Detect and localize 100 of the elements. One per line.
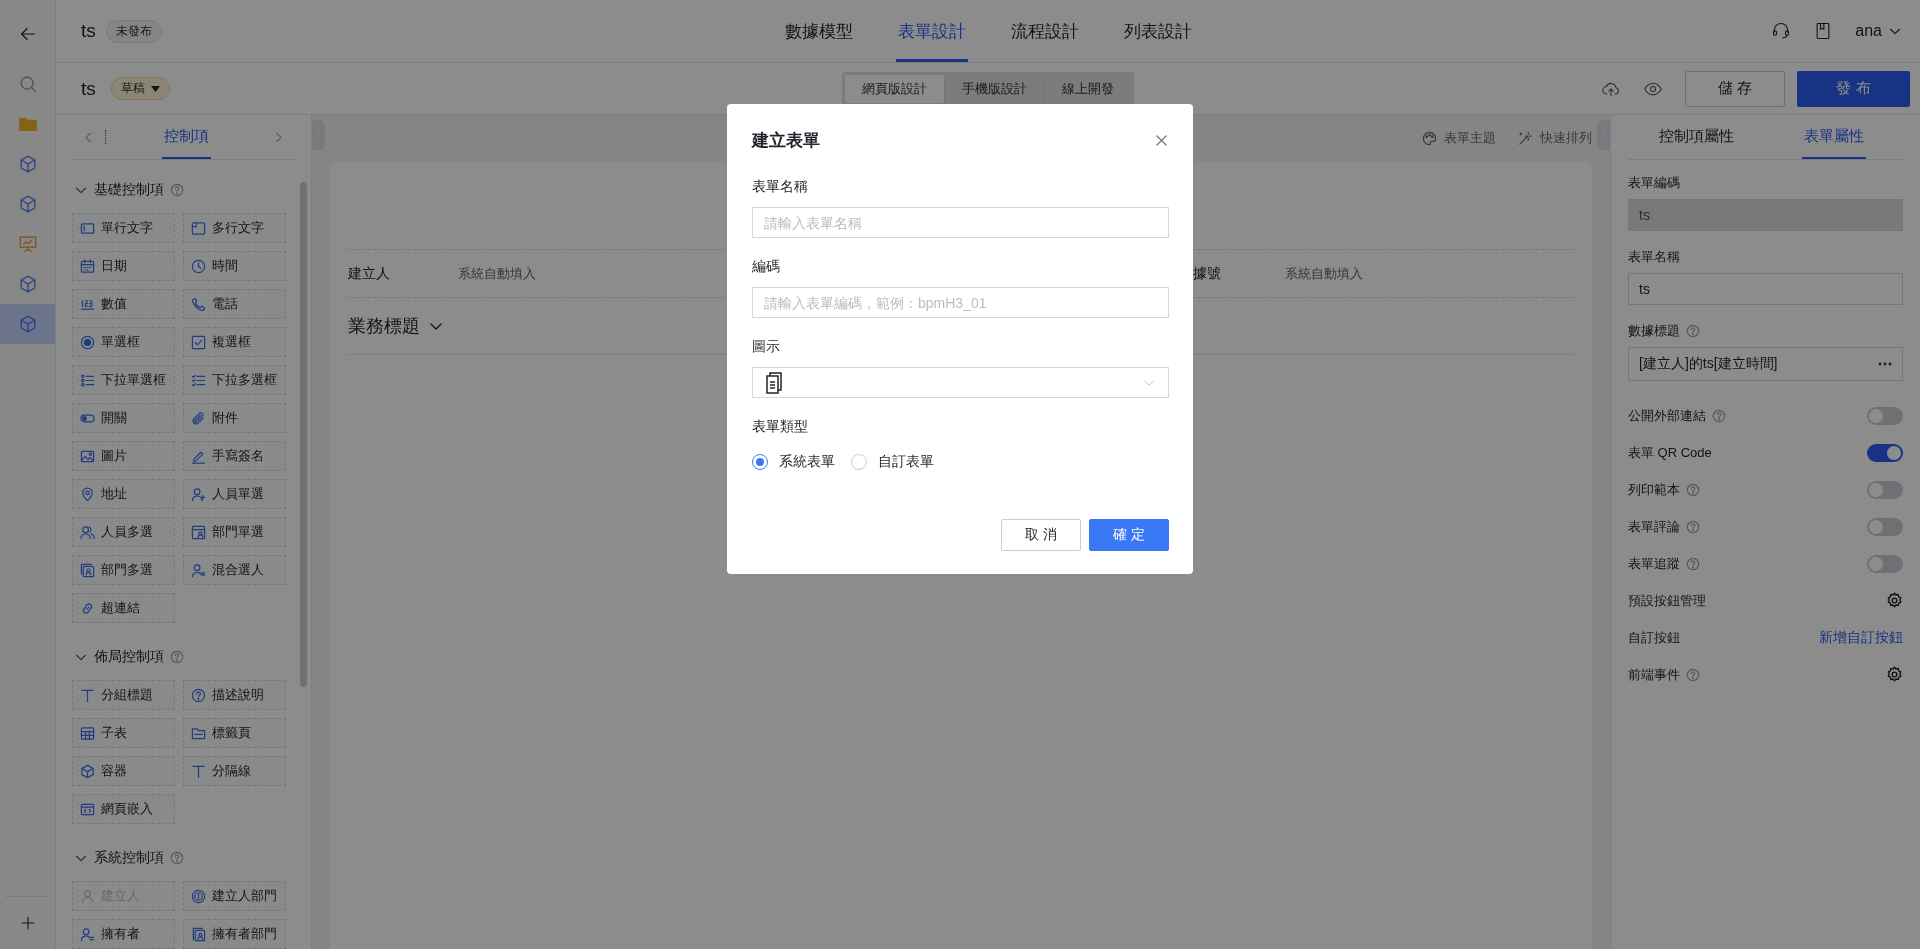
code-window-icon: [80, 801, 95, 817]
control-item[interactable]: 擁有者部門: [183, 919, 286, 949]
property-label: 自訂按鈕: [1628, 628, 1680, 647]
control-item[interactable]: 子表: [72, 718, 175, 748]
control-item[interactable]: 擁有者: [72, 919, 175, 949]
rail-item[interactable]: [0, 304, 55, 344]
title-picker-field[interactable]: [建立人]的ts[建立時間]: [1628, 347, 1903, 381]
radio-option[interactable]: 系統表單: [752, 453, 835, 471]
nav-tab[interactable]: 數據模型: [782, 0, 855, 62]
link-icon: [80, 600, 95, 616]
input-field[interactable]: 請輸入表單名稱: [752, 207, 1169, 238]
save-button[interactable]: 儲 存: [1685, 70, 1785, 107]
control-item[interactable]: 描述說明: [183, 680, 286, 710]
property-label: 預設按鈕管理: [1628, 591, 1706, 610]
folder-tab-icon: [191, 725, 206, 741]
design-mode-tab[interactable]: 手機版設計: [944, 74, 1044, 103]
section-title: 基礎控制項: [94, 181, 164, 199]
control-item[interactable]: 圖片: [72, 441, 175, 471]
toggle-switch[interactable]: [1867, 443, 1903, 462]
text-title-icon: [191, 763, 206, 779]
field-label: 建立人: [348, 264, 390, 283]
department-icon: [191, 524, 206, 540]
control-item[interactable]: 附件: [183, 403, 286, 433]
control-item[interactable]: 複選框: [183, 327, 286, 357]
canvas-tool[interactable]: 表單主題: [1422, 129, 1496, 147]
panel-tab[interactable]: 控制項屬性: [1657, 115, 1737, 159]
toggle-switch[interactable]: [1867, 554, 1903, 573]
panel-tab[interactable]: 控制項: [162, 115, 211, 159]
control-item[interactable]: 電話: [183, 289, 286, 319]
control-item[interactable]: 部門單選: [183, 517, 286, 547]
icon-select-field[interactable]: [752, 367, 1169, 398]
design-mode-tab[interactable]: 線上開發: [1044, 74, 1131, 103]
version-dropdown[interactable]: 草稿: [110, 77, 170, 100]
publish-button[interactable]: 發 布: [1797, 70, 1910, 107]
scrollbar-thumb[interactable]: [300, 182, 307, 687]
user-add-icon: [191, 486, 206, 502]
control-item[interactable]: 開關: [72, 403, 175, 433]
control-item[interactable]: 網頁嵌入: [72, 794, 175, 824]
help-icon: [170, 650, 184, 664]
app-title: ts: [81, 20, 96, 42]
help-icon: [170, 851, 184, 865]
user-icon: [191, 562, 206, 578]
image-icon: [80, 448, 95, 464]
control-item[interactable]: 地址: [72, 479, 175, 509]
panel-tab[interactable]: 表單屬性: [1802, 115, 1867, 159]
cancel-button[interactable]: 取 消: [1001, 519, 1081, 551]
radio-option[interactable]: 自訂表單: [851, 453, 934, 471]
toggle-switch[interactable]: [1867, 406, 1903, 425]
nav-tab[interactable]: 列表設計: [1121, 0, 1194, 62]
canvas-tool[interactable]: 快速排列: [1518, 129, 1592, 147]
control-item[interactable]: 分組標題: [72, 680, 175, 710]
field-label: 圖示: [752, 337, 781, 356]
control-item[interactable]: 人員多選: [72, 517, 175, 547]
checkbox-icon: [191, 334, 206, 350]
toggle-switch[interactable]: [1867, 480, 1903, 499]
toggle-switch[interactable]: [1867, 517, 1903, 536]
control-item[interactable]: 標籤頁: [183, 718, 286, 748]
control-item[interactable]: 單行文字: [72, 213, 175, 243]
field-value: 系統自動填入: [458, 264, 536, 283]
control-item[interactable]: 下拉單選框: [72, 365, 175, 395]
pin-icon: [80, 486, 95, 502]
control-item[interactable]: 混合選人: [183, 555, 286, 585]
design-mode-tab[interactable]: 網頁版設計: [845, 74, 944, 103]
control-item[interactable]: 建立人部門: [183, 881, 286, 911]
user-menu[interactable]: ana: [1855, 22, 1902, 40]
department-icon: [80, 562, 95, 578]
magic-wand-icon: [1518, 130, 1533, 146]
control-item[interactable]: 分隔線: [183, 756, 286, 786]
control-item[interactable]: 容器: [72, 756, 175, 786]
settings-button[interactable]: [1886, 592, 1903, 609]
control-item[interactable]: 多行文字: [183, 213, 286, 243]
control-item[interactable]: 超連結: [72, 593, 175, 623]
radio-icon: [80, 334, 95, 350]
control-item[interactable]: 部門多選: [72, 555, 175, 585]
help-icon: [170, 183, 184, 197]
control-item[interactable]: 人員單選: [183, 479, 286, 509]
section-heading: 業務標題: [348, 315, 420, 338]
settings-button[interactable]: [1886, 666, 1903, 683]
calendar-icon: [80, 258, 95, 274]
close-button[interactable]: [1154, 132, 1169, 148]
table-icon: [80, 725, 95, 741]
section-title: 系統控制項: [94, 849, 164, 867]
control-item[interactable]: 時間: [183, 251, 286, 281]
nav-tab[interactable]: 流程設計: [1008, 0, 1081, 62]
field-label: 編碼: [752, 257, 781, 276]
users-icon: [80, 524, 95, 540]
control-item[interactable]: 數值: [72, 289, 175, 319]
input-icon: [80, 220, 95, 236]
control-item[interactable]: 日期: [72, 251, 175, 281]
seal-icon: [191, 888, 206, 904]
control-item[interactable]: 單選框: [72, 327, 175, 357]
text-field[interactable]: ts: [1628, 273, 1903, 305]
settings-icon: [1886, 592, 1903, 609]
property-label: 前端事件: [1628, 665, 1680, 684]
control-item[interactable]: 手寫簽名: [183, 441, 286, 471]
control-item[interactable]: 下拉多選框: [183, 365, 286, 395]
form-name: ts: [81, 77, 96, 100]
add-custom-button-link[interactable]: 新增自訂按鈕: [1819, 628, 1903, 647]
confirm-button[interactable]: 確 定: [1089, 519, 1169, 551]
input-field[interactable]: 請輸入表單編碼，範例：bpmH3_01: [752, 287, 1169, 318]
